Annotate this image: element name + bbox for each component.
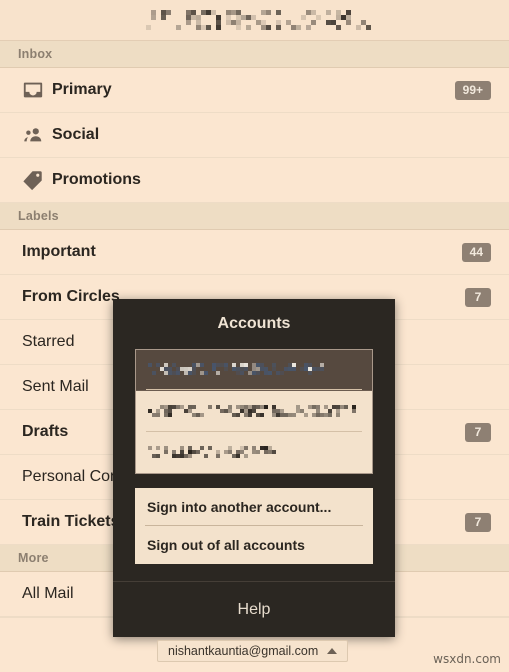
account-actions-menu: Sign into another account... Sign out of… [135, 488, 373, 564]
dialog-title: Accounts [217, 315, 291, 332]
current-account-button[interactable]: nishantkauntia@gmail.com [157, 640, 349, 662]
sign-into-another-account-item[interactable]: Sign into another account... [135, 488, 373, 526]
account-list [135, 349, 373, 474]
unread-count-badge: 7 [465, 512, 491, 532]
list-item[interactable]: Promotions [0, 158, 509, 203]
help-button[interactable]: Help [113, 582, 395, 638]
account-row[interactable] [136, 432, 372, 473]
account-row-selected[interactable] [136, 350, 372, 391]
people-icon [22, 124, 52, 146]
window-title-bar [0, 0, 509, 41]
redacted-account-email [148, 363, 326, 377]
list-item-label: Primary [52, 81, 112, 98]
accounts-dialog: Accounts Sign into another account... Si… [113, 299, 395, 637]
account-row[interactable] [136, 391, 372, 432]
list-item[interactable]: Primary 99+ [0, 68, 509, 113]
inbox-icon [22, 79, 52, 101]
unread-count-badge: 7 [465, 287, 491, 307]
list-item-label: Social [52, 126, 100, 143]
section-header-inbox: Inbox [0, 41, 509, 68]
list-item[interactable]: Important 44 [0, 230, 509, 275]
price-tag-icon [22, 169, 52, 191]
dialog-footer: Help [113, 581, 395, 637]
current-account-email: nishantkauntia@gmail.com [168, 644, 319, 658]
list-item[interactable]: Social [0, 113, 509, 158]
sign-out-of-all-accounts-item[interactable]: Sign out of all accounts [135, 526, 373, 564]
list-item-label: Important [22, 243, 96, 260]
watermark: wsxdn.com [433, 652, 501, 666]
redacted-account-email [148, 446, 278, 459]
redacted-title-text [146, 10, 372, 30]
redacted-account-email [148, 405, 360, 418]
unread-count-badge: 7 [465, 422, 491, 442]
unread-count-badge: 99+ [454, 80, 491, 100]
list-item-label: Promotions [52, 171, 141, 188]
caret-up-icon [327, 648, 338, 654]
gmail-mobile-screen: Inbox Primary 99+ Social Promotions Labels Imp… [0, 0, 509, 672]
unread-count-badge: 44 [461, 242, 491, 262]
section-header-labels: Labels [0, 203, 509, 230]
